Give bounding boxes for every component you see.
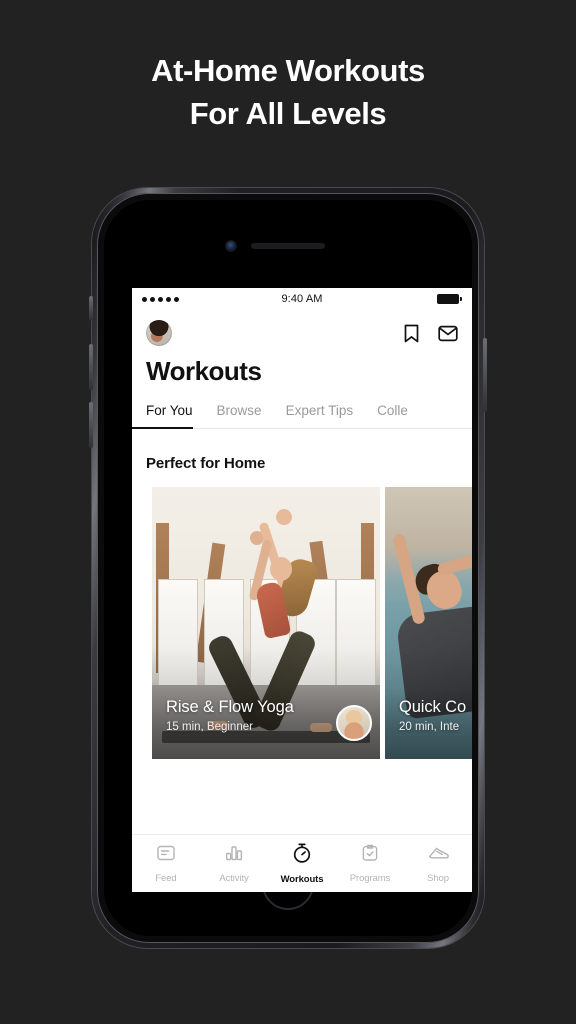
workout-card-title: Quick Co xyxy=(399,698,467,716)
app-header xyxy=(132,310,472,356)
promo-headline-line1: At-Home Workouts xyxy=(151,53,425,88)
avatar[interactable] xyxy=(146,320,172,346)
bottom-navigation: Feed Activity Workouts Programs Shop xyxy=(132,834,472,892)
volume-down-button[interactable] xyxy=(89,402,93,448)
workout-card-text: Quick Co 20 min, Inte xyxy=(399,698,472,733)
tab-bar: For You Browse Expert Tips Colle xyxy=(132,403,472,429)
status-bar: 9:40 AM xyxy=(132,288,472,310)
mail-icon[interactable] xyxy=(438,325,458,342)
nav-label: Feed xyxy=(155,873,177,884)
app-screen: 9:40 AM Workouts For You Browse Expert T… xyxy=(132,288,472,892)
nav-item-activity[interactable]: Activity xyxy=(200,843,268,884)
workout-card-list: Rise & Flow Yoga 15 min, Beginner Quick … xyxy=(132,487,472,759)
workout-card[interactable]: Rise & Flow Yoga 15 min, Beginner xyxy=(152,487,380,759)
volume-up-button[interactable] xyxy=(89,344,93,390)
nav-item-programs[interactable]: Programs xyxy=(336,843,404,884)
header-actions xyxy=(403,324,458,343)
phone-face: 9:40 AM Workouts For You Browse Expert T… xyxy=(104,200,472,936)
phone-bezel: 9:40 AM Workouts For You Browse Expert T… xyxy=(97,193,479,943)
tab-collections[interactable]: Colle xyxy=(377,403,408,428)
bookmark-icon[interactable] xyxy=(403,324,420,343)
promo-headline: At-Home Workouts For All Levels xyxy=(0,50,576,136)
promo-headline-line2: For All Levels xyxy=(189,95,387,131)
activity-chart-icon xyxy=(224,843,244,868)
nav-item-feed[interactable]: Feed xyxy=(132,843,200,884)
earpiece-speaker xyxy=(251,243,325,249)
instructor-avatar[interactable] xyxy=(336,705,372,741)
tab-for-you[interactable]: For You xyxy=(132,403,193,429)
page-title: Workouts xyxy=(146,356,262,386)
workout-card[interactable]: Quick Co 20 min, Inte xyxy=(385,487,472,759)
nav-label: Workouts xyxy=(280,874,324,885)
phone-device: 9:40 AM Workouts For You Browse Expert T… xyxy=(89,188,487,948)
feed-icon xyxy=(156,843,176,868)
front-camera-icon xyxy=(226,241,236,251)
nav-label: Activity xyxy=(219,873,249,884)
power-button[interactable] xyxy=(483,338,487,412)
tab-browse[interactable]: Browse xyxy=(217,403,262,428)
status-bar-time: 9:40 AM xyxy=(281,293,323,305)
stopwatch-icon xyxy=(291,842,313,869)
tab-expert-tips[interactable]: Expert Tips xyxy=(286,403,354,428)
clipboard-check-icon xyxy=(360,843,380,868)
nav-label: Shop xyxy=(427,873,449,884)
sneaker-icon xyxy=(427,843,449,868)
section-title: Perfect for Home xyxy=(146,455,266,472)
silent-switch[interactable] xyxy=(89,296,93,320)
promo-stage: At-Home Workouts For All Levels 9:40 AM … xyxy=(0,0,576,1024)
workout-card-meta: 20 min, Inte xyxy=(399,721,460,733)
nav-item-shop[interactable]: Shop xyxy=(404,843,472,884)
nav-label: Programs xyxy=(349,873,391,884)
nav-item-workouts[interactable]: Workouts xyxy=(268,842,336,885)
